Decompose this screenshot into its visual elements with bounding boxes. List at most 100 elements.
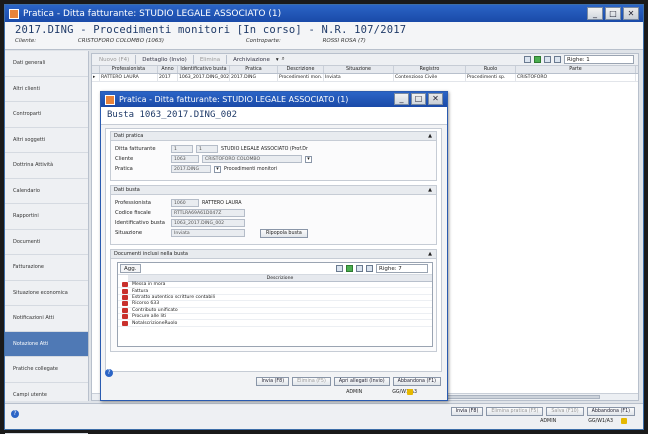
close-button[interactable]: ✕ [623, 7, 639, 20]
collapse-icon[interactable]: ▲ [428, 250, 432, 259]
controparte-value: ROSSI ROSA (7) [322, 38, 366, 44]
chevron-down-icon[interactable]: ▾ [305, 155, 312, 163]
main-toolbar: Nuovo (F4) Dettaglio (Invio) Elimina Arc… [92, 54, 638, 66]
dialog-titlebar[interactable]: Pratica - Ditta fatturante: STUDIO LEGAL… [101, 92, 447, 107]
col-header[interactable]: Identificativo busta [178, 66, 230, 73]
app-icon [105, 94, 115, 105]
pdf-icon [122, 307, 128, 313]
section-title: Documenti inclusi nella busta [114, 251, 188, 257]
codice-fiscale-field[interactable]: RTTLRA69A61D047Z [171, 209, 245, 217]
controparte-label: Controparte: [245, 38, 281, 44]
elimina-button[interactable]: Elimina (F5) [292, 377, 331, 386]
refresh-icon[interactable] [544, 56, 551, 63]
sidebar-item-controparti[interactable]: Controparti [5, 102, 88, 128]
cliente-value: CRISTOFORO COLOMBO (1063) [77, 38, 165, 44]
collapse-icon[interactable]: ▲ [428, 186, 432, 195]
minimize-button[interactable]: _ [394, 93, 409, 105]
filter-icon[interactable]: ⌕ [282, 56, 285, 63]
nuovo-button[interactable]: Nuovo (F4) [96, 57, 132, 63]
abbandona-button[interactable]: Abbandona (F1) [392, 377, 441, 386]
col-header[interactable]: Descrizione [278, 66, 324, 73]
section-title: Dati pratica [114, 133, 144, 139]
pratica-label: Pratica [115, 166, 133, 172]
ditta-num-field[interactable]: 1 [196, 145, 218, 153]
descrizione-col-header[interactable]: Descrizione [128, 275, 432, 282]
sidebar-item-dottrina[interactable]: Dottrina Attività [5, 153, 88, 179]
table-row[interactable]: ▸ RATTERO LAURA 2017 1063_2017.DING_002 … [92, 74, 638, 82]
excel-icon[interactable] [346, 265, 353, 272]
elimina-button[interactable]: Elimina [197, 57, 223, 63]
professionista-label: Professionista [115, 200, 151, 206]
main-titlebar[interactable]: Pratica - Ditta fatturante: STUDIO LEGAL… [5, 5, 643, 22]
col-header[interactable]: Parte [516, 66, 636, 73]
print-icon[interactable] [336, 265, 343, 272]
close-button[interactable]: ✕ [428, 93, 443, 105]
sidebar-item-pratiche-collegate[interactable]: Pratiche collegate [5, 357, 88, 383]
chevron-down-icon[interactable]: ▾ [214, 165, 221, 173]
pdf-icon [122, 288, 128, 294]
aggiungi-button[interactable]: Agg. [120, 264, 141, 273]
sidebar-item-rapportini[interactable]: Rapportini [5, 204, 88, 230]
dettaglio-button[interactable]: Dettaglio (Invio) [139, 57, 190, 63]
refresh-icon[interactable] [356, 265, 363, 272]
sidebar-item-notificazioni[interactable]: Notificazioni Atti [5, 306, 88, 332]
elimina-pratica-button[interactable]: Elimina pratica (F5) [486, 407, 544, 416]
cliente-label: Cliente [115, 156, 134, 162]
columns-icon[interactable] [366, 265, 373, 272]
salva-button[interactable]: Salva (F10) [546, 407, 584, 416]
col-header[interactable]: Ruolo [466, 66, 516, 73]
col-header[interactable]: Professionista [100, 66, 158, 73]
list-item[interactable]: NotaIscrizioneRuolo [118, 320, 432, 327]
col-header[interactable]: Situazione [324, 66, 394, 73]
ditta-code-field[interactable]: 1 [171, 145, 193, 153]
cliente-code-field[interactable]: 1063 [171, 155, 199, 163]
situazione-field[interactable]: Inviata [171, 229, 245, 237]
apri-allegati-button[interactable]: Apri allegati (Invio) [333, 377, 390, 386]
col-header[interactable]: Pratica [230, 66, 278, 73]
situazione-label: Situazione [115, 230, 143, 236]
minimize-button[interactable]: _ [587, 7, 603, 20]
dati-pratica-section: Dati pratica ▲ Ditta fatturante 1 1 STUDI… [110, 131, 437, 181]
sidebar-item-calendario[interactable]: Calendario [5, 179, 88, 204]
ripopola-busta-button[interactable]: Ripopola busta [260, 228, 308, 238]
ditta-value: STUDIO LEGALE ASSOCIATO (Prof.Dr [221, 146, 308, 152]
help-icon[interactable]: ? [11, 410, 19, 418]
dialog-title: Pratica - Ditta fatturante: STUDIO LEGAL… [119, 95, 349, 104]
excel-icon[interactable] [534, 56, 541, 63]
busta-dialog: Pratica - Ditta fatturante: STUDIO LEGAL… [100, 91, 448, 401]
section-title: Dati busta [114, 187, 140, 193]
sidebar-item-situazione-economica[interactable]: Situazione economica [5, 281, 88, 306]
status-date: GG/W1/A3 [392, 390, 417, 395]
professionista-code-field[interactable]: 1060 [171, 199, 199, 207]
sidebar-item-altri-clienti[interactable]: Altri clienti [5, 77, 88, 102]
print-icon[interactable] [524, 56, 531, 63]
sidebar-item-dati-generali[interactable]: Dati generali [5, 51, 88, 77]
sidebar-item-altri-soggetti[interactable]: Altri soggetti [5, 128, 88, 153]
righe-select[interactable]: Righe: 1 [564, 55, 634, 64]
abbandona-button[interactable]: Abbandona (F1) [586, 407, 635, 416]
invia-button[interactable]: Invia (F8) [450, 407, 484, 416]
help-icon[interactable]: ? [105, 369, 113, 377]
cliente-label: Cliente: [15, 38, 37, 44]
sidebar-item-notazione-atti[interactable]: Notazione Atti [5, 331, 88, 357]
page-header: 2017.DING - Procedimenti monitori [In co… [5, 22, 643, 50]
documenti-section: Documenti inclusi nella busta ▲ Agg. Righ… [110, 249, 437, 352]
righe-select[interactable]: Righe: 7 [376, 264, 428, 273]
identificativo-label: Identificativo busta [115, 220, 165, 226]
maximize-button[interactable]: □ [411, 93, 426, 105]
cliente-name-field[interactable]: CRISTOFORO COLOMBO [202, 155, 302, 163]
col-header[interactable]: Registro [394, 66, 466, 73]
maximize-button[interactable]: □ [605, 7, 621, 20]
sidebar-item-fatturazione[interactable]: Fatturazione [5, 255, 88, 281]
chevron-down-icon[interactable]: ▾ [276, 57, 279, 63]
collapse-icon[interactable]: ▲ [428, 132, 432, 141]
identificativo-field[interactable]: 1063_2017.DING_002 [171, 219, 245, 227]
columns-icon[interactable] [554, 56, 561, 63]
pratica-code-field[interactable]: 2017.DING [171, 165, 211, 173]
invia-button[interactable]: Invia (F8) [256, 377, 290, 386]
sidebar-item-documenti[interactable]: Documenti [5, 230, 88, 255]
pdf-icon [122, 301, 128, 307]
pratica-value: Procedimenti monitori [224, 166, 278, 172]
archiviazione-button[interactable]: Archiviazione [230, 57, 273, 63]
col-header[interactable]: Anno [158, 66, 178, 73]
